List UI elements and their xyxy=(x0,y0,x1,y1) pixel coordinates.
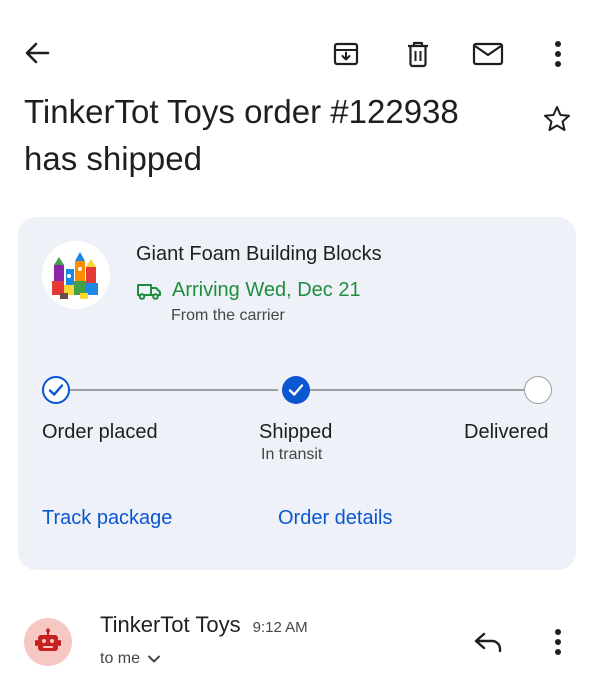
step-shipped-dot xyxy=(282,376,310,404)
track-package-link[interactable]: Track package xyxy=(42,507,172,530)
more-vert-icon xyxy=(555,629,561,655)
shipment-card: Giant Foam Building Blocks Arriving Wed,… xyxy=(18,217,576,570)
step-label-delivered: Delivered xyxy=(464,421,549,443)
checkmark-icon xyxy=(288,384,304,396)
checkmark-icon xyxy=(48,384,64,396)
more-vert-icon xyxy=(555,41,561,67)
recipient-toggle[interactable]: to me xyxy=(100,650,162,668)
recipient-text: to me xyxy=(100,650,141,667)
star-outline-icon xyxy=(544,106,570,131)
order-details-link[interactable]: Order details xyxy=(278,507,393,530)
arrival-source: From the carrier xyxy=(171,307,285,324)
step-sublabel-shipped: In transit xyxy=(261,446,323,463)
sender-name: TinkerTot Toys xyxy=(100,612,241,637)
robot-icon xyxy=(35,628,61,651)
progress-line-remaining xyxy=(310,389,524,391)
mark-unread-button[interactable] xyxy=(470,38,506,70)
delete-button[interactable] xyxy=(403,38,433,70)
chevron-down-icon xyxy=(148,655,161,663)
truck-icon xyxy=(137,283,161,300)
arrow-left-icon xyxy=(25,42,50,64)
toolbar xyxy=(0,0,592,100)
product-name: Giant Foam Building Blocks xyxy=(136,243,382,265)
archive-button[interactable] xyxy=(330,38,362,70)
mail-icon xyxy=(472,42,504,66)
trash-icon xyxy=(408,41,428,68)
progress-line-completed xyxy=(70,389,278,391)
sender-line: TinkerTot Toys 9:12 AM xyxy=(100,612,308,638)
arrival-text: Arriving Wed, Dec 21 xyxy=(172,279,361,301)
step-order-placed-dot xyxy=(42,376,70,404)
step-label-shipped: Shipped xyxy=(259,421,333,443)
back-button[interactable] xyxy=(20,38,54,68)
product-thumbnail xyxy=(42,241,110,309)
email-subject: TinkerTot Toys order #122938 has shipped xyxy=(24,93,459,177)
reply-icon xyxy=(474,632,502,653)
step-delivered-dot xyxy=(524,376,552,404)
foam-blocks-image xyxy=(52,252,98,299)
arrival-status: Arriving Wed, Dec 21 xyxy=(136,279,361,302)
star-button[interactable] xyxy=(540,102,574,136)
message-time: 9:12 AM xyxy=(252,619,308,636)
more-options-button[interactable] xyxy=(546,38,570,70)
message-more-button[interactable] xyxy=(546,626,570,658)
reply-button[interactable] xyxy=(470,626,506,658)
archive-icon xyxy=(333,42,359,66)
step-label-order-placed: Order placed xyxy=(42,421,158,443)
sender-avatar[interactable] xyxy=(24,618,72,666)
